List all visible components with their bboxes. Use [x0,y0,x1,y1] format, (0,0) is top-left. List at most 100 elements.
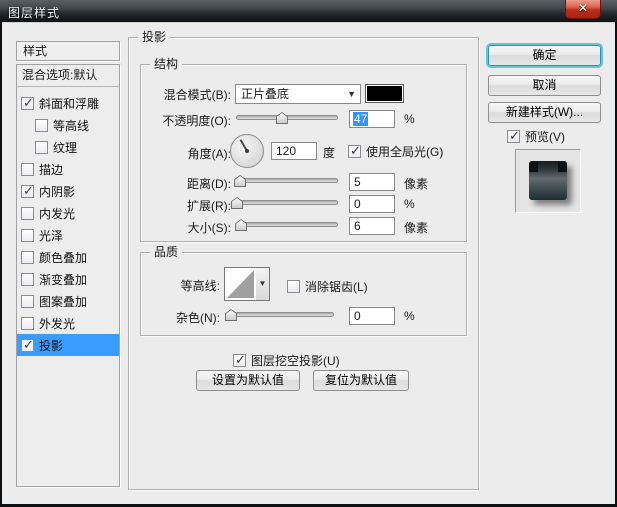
sidebar-item-等高线[interactable]: 等高线 [17,114,119,136]
style-checkbox[interactable] [21,206,34,220]
sidebar-item-投影[interactable]: 投影 [17,334,119,356]
opacity-slider[interactable] [236,111,338,125]
sidebar-item-图案叠加[interactable]: 图案叠加 [17,290,119,312]
distance-value: 5 [354,175,361,189]
slider-thumb[interactable] [234,175,247,187]
sidebar-item-斜面和浮雕[interactable]: 斜面和浮雕 [17,92,119,114]
sidebar-item-label: 等高线 [53,118,90,133]
size-slider[interactable] [235,218,338,232]
sidebar-item-label: 图案叠加 [39,294,88,309]
quality-title: 品质 [150,245,183,259]
sidebar-item-纹理[interactable]: 纹理 [17,136,119,158]
antialias-checkline[interactable]: 消除锯齿(L) [287,278,368,295]
distance-row: 距离(D): 5 像素 [141,173,460,193]
preview-checkbox[interactable] [507,128,520,144]
contour-thumbnail-icon [227,270,254,298]
style-checkbox[interactable] [35,118,48,132]
make-default-button[interactable]: 设置为默认值 [196,370,300,391]
style-checkbox[interactable] [21,95,34,111]
noise-input[interactable]: 0 [349,307,395,325]
sidebar-item-label: 描边 [39,162,64,177]
spread-label: 扩展(R): [187,199,231,213]
style-checkbox[interactable] [21,337,34,353]
contour-row: 等高线: ▼ 消除锯齿(L) [141,265,460,303]
angle-input[interactable]: 120 [271,142,317,160]
reset-default-button[interactable]: 复位为默认值 [313,370,409,391]
global-light-checkline[interactable]: 使用全局光(G) [348,143,443,160]
slider-thumb[interactable] [275,112,288,124]
dialog-body: 样式 混合选项:默认 斜面和浮雕 等高线 纹理 描边 [2,22,615,504]
new-style-button[interactable]: 新建样式(W)... [488,102,601,123]
global-light-checkbox[interactable] [348,143,361,159]
sidebar-item-label: 内阴影 [39,184,76,199]
distance-slider[interactable] [234,174,338,188]
noise-label: 杂色(N): [176,311,220,325]
style-checkbox[interactable] [21,272,34,286]
opacity-input[interactable]: 47 [349,110,395,128]
sidebar-item-渐变叠加[interactable]: 渐变叠加 [17,268,119,290]
knockout-checkbox[interactable] [233,352,246,368]
styles-header: 样式 [16,41,120,61]
preview-shape [529,161,567,200]
angle-unit: 度 [323,146,336,160]
blend-mode-select[interactable]: 正片叠底 ▼ [235,84,361,104]
sidebar-item-光泽[interactable]: 光泽 [17,224,119,246]
slider-thumb[interactable] [235,219,248,231]
layer-style-window: 图层样式 ✕ 样式 混合选项:默认 斜面和浮雕 等高线 纹理 [0,0,617,507]
style-checkbox[interactable] [35,140,48,154]
chevron-down-icon: ▼ [258,279,267,288]
preview-thumbnail [515,149,581,213]
opacity-label: 不透明度(O): [162,114,231,128]
preview-shape-corner [529,161,538,172]
preview-checkline[interactable]: 预览(V) [507,128,565,145]
angle-value: 120 [276,144,297,158]
sidebar-item-label: 颜色叠加 [39,250,88,265]
style-checkbox[interactable] [21,294,34,308]
blend-mode-row: 混合模式(B): 正片叠底 ▼ [141,84,460,104]
title-bar[interactable]: 图层样式 ✕ [0,0,617,22]
spread-input[interactable]: 0 [349,195,395,213]
sidebar-item-颜色叠加[interactable]: 颜色叠加 [17,246,119,268]
distance-unit: 像素 [404,177,429,191]
global-light-label: 使用全局光(G) [366,145,444,159]
sidebar-item-描边[interactable]: 描边 [17,158,119,180]
distance-input[interactable]: 5 [349,173,395,191]
drop-shadow-group: 投影 结构 混合模式(B): 正片叠底 ▼ 不透明度(O): 47 % 角度(A… [128,30,479,490]
spread-slider[interactable] [231,196,338,210]
contour-picker[interactable] [224,267,257,301]
size-row: 大小(S): 6 像素 [141,217,460,237]
opacity-row: 不透明度(O): 47 % [141,110,460,130]
knockout-checkline[interactable]: 图层挖空投影(U) [233,352,340,369]
contour-dropdown-button[interactable]: ▼ [256,267,270,301]
slider-track [236,178,338,183]
sidebar-item-内阴影[interactable]: 内阴影 [17,180,119,202]
quality-group: 品质 等高线: ▼ 消除锯齿(L) 杂色(N): 0 % [140,245,467,336]
size-input[interactable]: 6 [349,217,395,235]
sidebar-item-label: 斜面和浮雕 [39,96,100,111]
sidebar-item-blending-options[interactable]: 混合选项:默认 [17,65,119,87]
size-label: 大小(S): [187,221,231,235]
ok-button[interactable]: 确定 [488,45,601,66]
style-checkbox[interactable] [21,250,34,264]
cancel-button[interactable]: 取消 [488,75,601,96]
slider-track [236,200,338,205]
sidebar-item-外发光[interactable]: 外发光 [17,312,119,334]
close-icon: ✕ [577,1,589,15]
noise-value: 0 [354,309,361,323]
style-checkbox[interactable] [21,162,34,176]
slider-thumb[interactable] [225,309,238,321]
structure-group: 结构 混合模式(B): 正片叠底 ▼ 不透明度(O): 47 % 角度(A): … [140,57,467,242]
close-button[interactable]: ✕ [565,0,601,19]
sidebar-item-内发光[interactable]: 内发光 [17,202,119,224]
window-title: 图层样式 [8,6,61,20]
slider-thumb[interactable] [231,197,244,209]
style-checkbox[interactable] [21,183,34,199]
antialias-checkbox[interactable] [287,280,300,293]
noise-slider[interactable] [225,308,334,322]
blend-mode-label: 混合模式(B): [163,88,231,102]
opacity-unit: % [404,112,415,126]
style-checkbox[interactable] [21,316,34,330]
shadow-color-swatch[interactable] [365,84,404,103]
angle-dial[interactable] [229,133,266,170]
style-checkbox[interactable] [21,228,34,242]
